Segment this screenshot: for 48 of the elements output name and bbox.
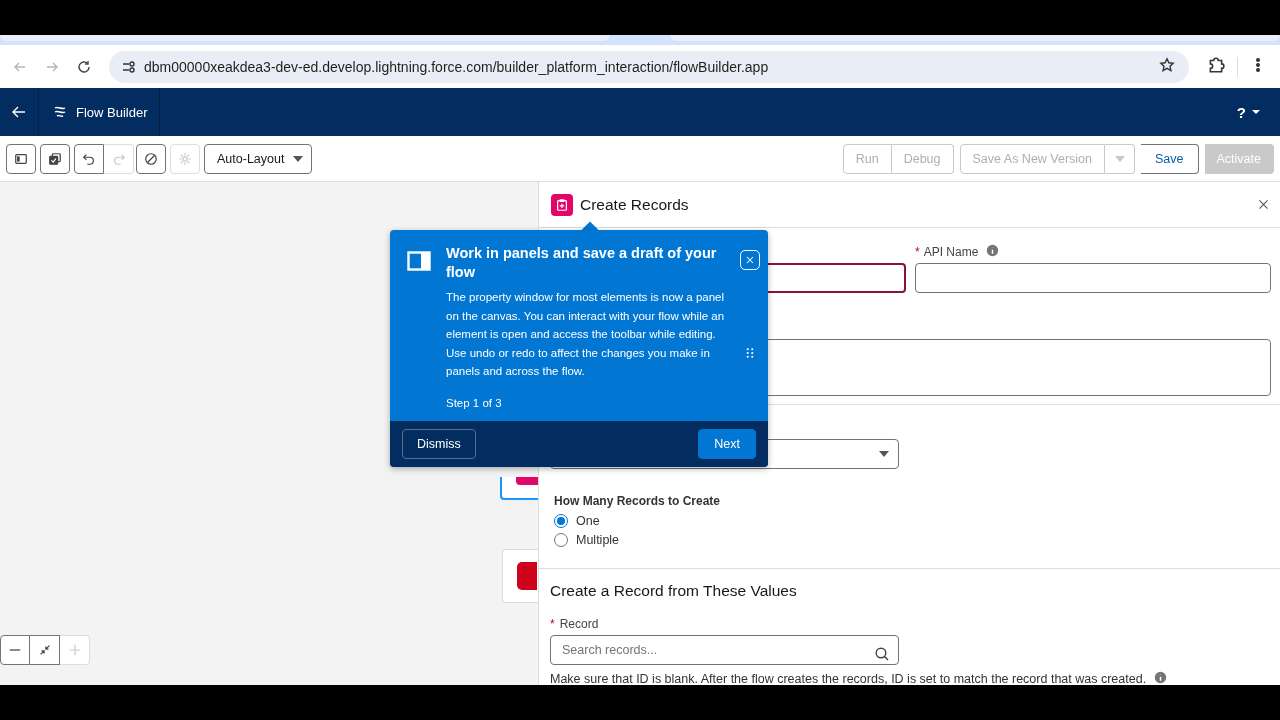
tool-button[interactable] <box>40 143 70 174</box>
required-mark: * <box>915 245 920 259</box>
section-title: Create a Record from These Values <box>550 582 798 600</box>
tool-button[interactable] <box>6 143 36 174</box>
star-icon <box>1159 56 1175 73</box>
help-text: Make sure that ID is blank. After the flow creates the records, ID is set to match the record that was created. <box>550 672 1147 685</box>
back-icon <box>11 104 27 120</box>
url-text: dbm00000xeakdea3-dev-ed.develop.lightning.force.com/builder_platform_interaction/flowBuilder.app <box>144 58 770 75</box>
app-title: Flow Builder <box>76 104 148 120</box>
gear-icon <box>178 151 192 166</box>
toolbar-button[interactable]: Save <box>1141 143 1199 174</box>
tool-button[interactable] <box>136 143 166 174</box>
site-settings-icon <box>121 58 137 75</box>
canvas-node[interactable] <box>500 477 538 500</box>
close-button[interactable] <box>1257 198 1270 211</box>
close-icon <box>1257 198 1270 211</box>
zoom-button[interactable] <box>0 635 30 665</box>
popover-title: Work in panels and save a draft of your flow <box>446 244 718 282</box>
back-button[interactable] <box>11 104 27 120</box>
checkbox-stack-icon <box>48 151 62 166</box>
search-icon <box>874 646 890 662</box>
panel-icon <box>14 151 28 166</box>
close-icon <box>744 254 756 266</box>
flow-icon <box>52 104 68 120</box>
address-bar[interactable]: dbm00000xeakdea3-dev-ed.develop.lightning.force.com/builder_platform_interaction/flowBuilder.app <box>109 50 1189 83</box>
required-mark: * <box>550 617 555 631</box>
zoom-in-icon <box>67 643 82 657</box>
step-indicator: Step 1 of 3 <box>446 396 503 409</box>
field-label: API Name <box>923 245 979 259</box>
radio-group-label: How Many Records to Create <box>554 494 722 508</box>
dismiss-button[interactable]: Dismiss <box>402 428 476 459</box>
radio-option[interactable]: One <box>554 513 1271 529</box>
tool-button[interactable] <box>74 143 104 174</box>
next-button[interactable]: Next <box>698 428 756 459</box>
api-name-input[interactable] <box>915 263 1271 293</box>
radio-option[interactable]: Multiple <box>554 532 1271 548</box>
panel-title: Create Records <box>580 195 689 214</box>
popover-text: The property window for most elements is now a panel on the canvas. You can interact with your flow while an element is open and access the toolbar while editing. Use undo or redo to affect the changes you make in panels and across the flow. <box>446 290 726 380</box>
record-search-field[interactable]: Search records... <box>550 635 899 665</box>
field-label: Record <box>559 617 599 631</box>
layout-dropdown[interactable]: Auto-Layout <box>204 143 312 174</box>
cancel-icon <box>144 151 158 166</box>
info-icon <box>986 244 1000 257</box>
puzzle-icon <box>1207 55 1225 74</box>
help-button[interactable]: ? <box>1236 88 1260 136</box>
zoom-button[interactable] <box>30 635 60 665</box>
reload-icon <box>76 58 92 75</box>
panel-icon <box>406 250 432 272</box>
